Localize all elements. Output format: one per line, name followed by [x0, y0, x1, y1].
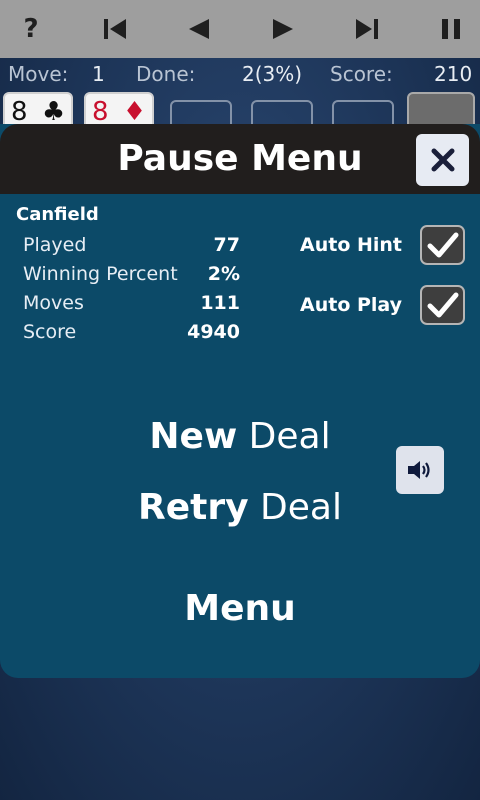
checkmark-icon	[427, 292, 458, 318]
undo-button[interactable]	[184, 14, 214, 44]
stats-bar: Move: 1 Done: 2(3%) Score: 210	[0, 62, 480, 90]
stat-label-score: Score	[23, 321, 77, 343]
first-move-button[interactable]	[100, 14, 130, 44]
stat-label-moves: Moves	[23, 292, 84, 314]
dialog-title: Pause Menu	[117, 138, 363, 179]
move-label: Move:	[8, 62, 69, 86]
toolbar: ?	[0, 0, 480, 58]
diamond-suit-icon: ♦	[122, 97, 147, 127]
retry-deal-bold: Retry	[138, 487, 249, 528]
stat-value-score: 4940	[187, 321, 240, 343]
play-back-icon	[189, 19, 209, 39]
help-button[interactable]: ?	[16, 14, 46, 44]
auto-play-checkbox[interactable]	[420, 285, 465, 325]
move-value: 1	[92, 62, 105, 86]
play-forward-icon	[273, 19, 293, 39]
retry-deal-rest: Deal	[248, 487, 342, 528]
new-deal-rest: Deal	[237, 416, 331, 457]
checkmark-icon	[427, 232, 458, 258]
skip-forward-icon	[356, 19, 378, 39]
new-deal-bold: New	[149, 416, 238, 457]
help-icon: ?	[23, 14, 39, 44]
pause-icon	[442, 19, 460, 39]
close-icon	[431, 148, 454, 172]
stat-value-winning: 2%	[207, 263, 240, 285]
done-label: Done:	[136, 62, 196, 86]
auto-hint-label: Auto Hint	[300, 234, 403, 256]
game-name: Canfield	[16, 204, 99, 225]
score-label: Score:	[330, 62, 393, 86]
club-suit-icon: ♣	[41, 97, 66, 127]
stat-label-played: Played	[23, 234, 87, 256]
auto-play-label: Auto Play	[300, 294, 403, 316]
card-rank: 8	[92, 97, 109, 127]
stat-value-moves: 111	[200, 292, 240, 314]
auto-hint-checkbox[interactable]	[420, 225, 465, 265]
speaker-icon	[408, 461, 430, 479]
pause-button[interactable]	[436, 14, 466, 44]
score-value: 210	[434, 62, 473, 86]
stat-value-played: 77	[213, 234, 240, 256]
done-value: 2(3%)	[242, 62, 303, 86]
skip-back-icon	[104, 19, 126, 39]
sound-toggle-button[interactable]	[396, 446, 444, 494]
last-move-button[interactable]	[352, 14, 382, 44]
close-button[interactable]	[416, 134, 469, 186]
menu-button[interactable]: Menu	[0, 588, 480, 629]
stat-label-winning: Winning Percent	[23, 263, 178, 285]
redo-button[interactable]	[268, 14, 298, 44]
card-rank: 8	[11, 97, 28, 127]
